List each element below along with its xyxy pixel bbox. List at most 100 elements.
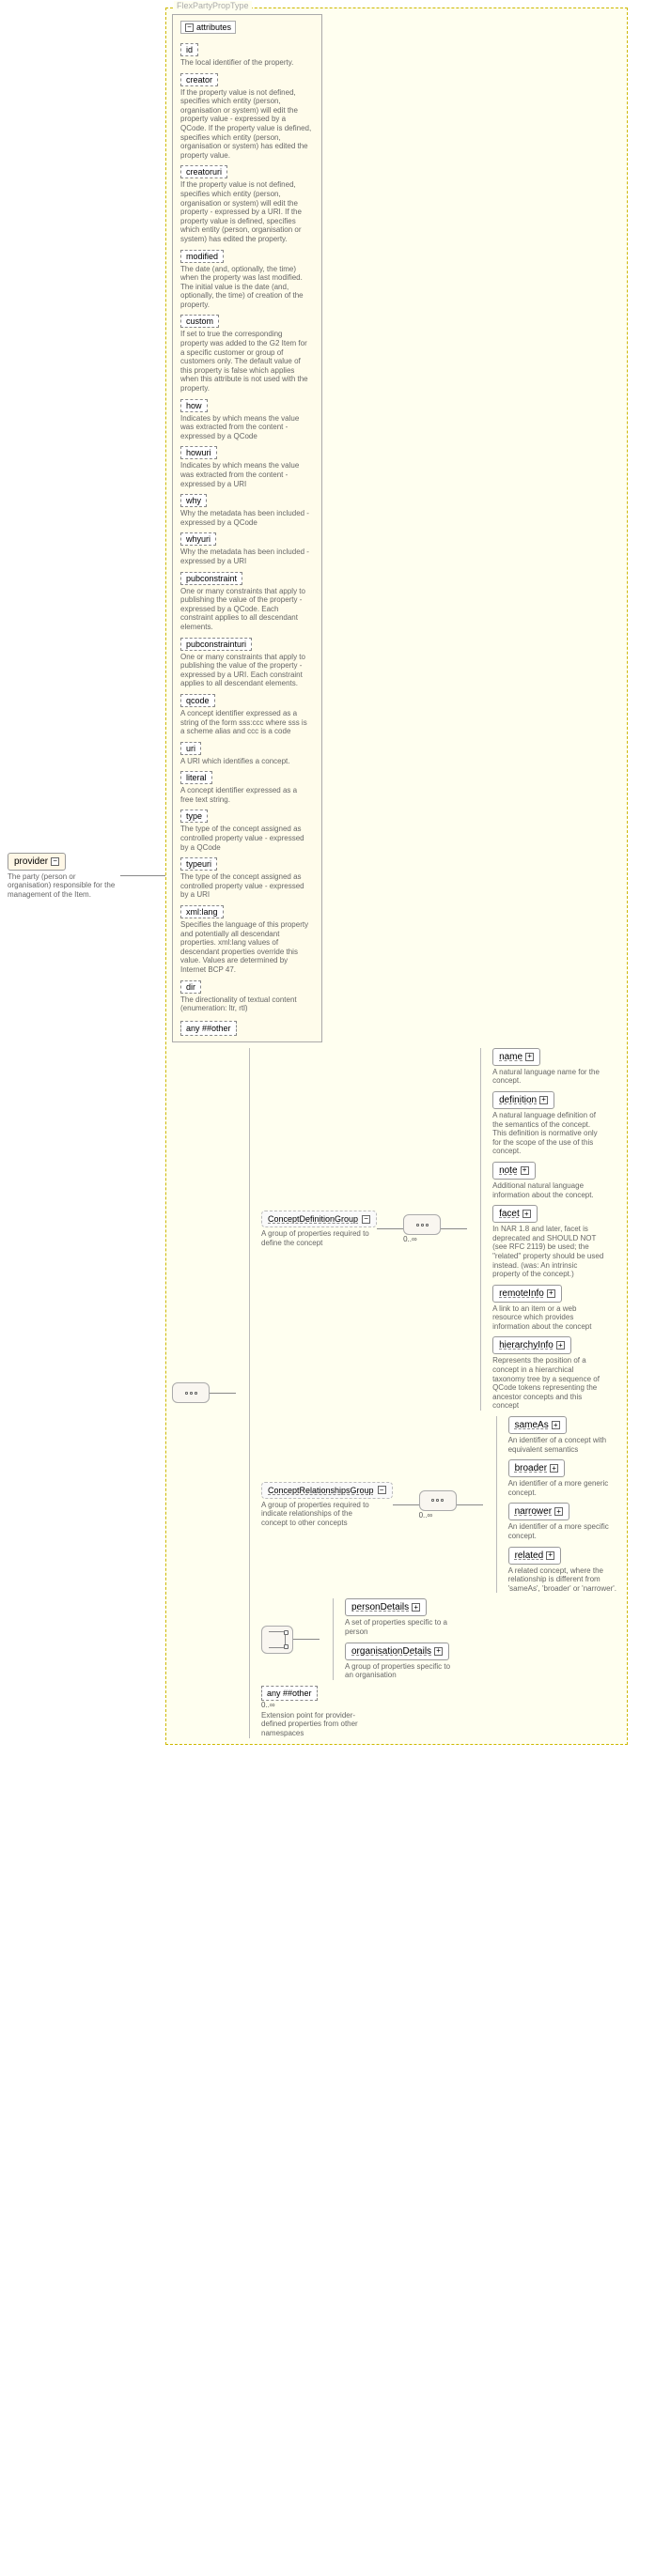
definition-label: definition (499, 1095, 537, 1105)
provider-annotation: The party (person or organisation) respo… (8, 872, 120, 900)
plus-icon[interactable]: + (547, 1289, 555, 1298)
organisation-details-node[interactable]: organisationDetails + (345, 1643, 449, 1660)
child-node-column: remoteInfo+A link to an item or a web re… (492, 1285, 605, 1332)
child-node-column: narrower+ An identifier of a more specifi… (508, 1503, 621, 1540)
attribute-item: xml:langSpecifies the language of this p… (180, 902, 314, 977)
any-other-annotation: Extension point for provider-defined pro… (261, 1711, 374, 1738)
related-label: related (515, 1550, 544, 1561)
attribute-item: custom If set to true the corresponding p… (180, 311, 314, 394)
attribute-how[interactable]: how (180, 399, 208, 412)
minus-icon[interactable]: − (378, 1486, 386, 1494)
attribute-annotation: A concept identifier expressed as a free… (180, 786, 312, 804)
cdg-children: name+ A natural language name for the con… (480, 1048, 605, 1411)
plus-icon[interactable]: + (546, 1551, 554, 1560)
minus-icon[interactable]: − (185, 23, 194, 32)
child-node-column: facet+ In NAR 1.8 and later, facet is dep… (492, 1205, 605, 1279)
attribute-creator[interactable]: creator (180, 73, 218, 86)
plus-icon[interactable]: + (550, 1464, 558, 1473)
narrower-annotation: An identifier of a more specific concept… (508, 1522, 621, 1540)
attribute-uri[interactable]: uri (180, 742, 201, 755)
attribute-item: pubconstrainturiOne or many constraints … (180, 634, 314, 690)
attribute-item: creatorIf the property value is not defi… (180, 69, 314, 162)
person-details-node[interactable]: personDetails + (345, 1598, 427, 1616)
sequence-children: ConceptDefinitionGroup − A group of prop… (249, 1048, 621, 1738)
name-node[interactable]: name+ (492, 1048, 540, 1066)
broader-node[interactable]: broader+ (508, 1459, 565, 1477)
attribute-annotation: The type of the concept assigned as cont… (180, 872, 312, 900)
definition-node[interactable]: definition+ (492, 1091, 554, 1109)
attribute-xml-lang[interactable]: xml:lang (180, 905, 224, 918)
attribute-dir[interactable]: dir (180, 980, 201, 994)
attribute-modified[interactable]: modified (180, 250, 224, 263)
attribute-pubconstraint[interactable]: pubconstraint (180, 572, 242, 585)
plus-icon[interactable]: + (554, 1507, 563, 1516)
note-label: note (499, 1165, 517, 1176)
any-other-occurs: 0..∞ (261, 1701, 275, 1709)
attribute-annotation: A URI which identifies a concept. (180, 757, 312, 766)
attributes-header[interactable]: − attributes (180, 21, 236, 34)
provider-node[interactable]: provider − (8, 853, 66, 871)
attribute-type[interactable]: type (180, 810, 208, 823)
attribute-why[interactable]: why (180, 494, 207, 507)
type-title: FlexPartyPropType (174, 1, 252, 10)
child-node-column: note + Additional natural language informa… (492, 1162, 605, 1199)
attribute-item: creatoruriIf the property value is not d… (180, 162, 314, 245)
broader-annotation: An identifier of a more generic concept. (508, 1479, 621, 1497)
attribute-creatoruri[interactable]: creatoruri (180, 165, 227, 178)
attribute-annotation: If set to true the corresponding propert… (180, 330, 312, 393)
attribute-whyuri[interactable]: whyuri (180, 532, 216, 546)
attributes-header-label: attributes (196, 23, 231, 32)
attribute-item: modified The date (and, optionally, the t… (180, 246, 314, 312)
attribute-howuri[interactable]: howuri (180, 446, 217, 459)
connector (457, 1504, 483, 1505)
sequence-compositor (403, 1214, 441, 1235)
plus-icon[interactable]: + (522, 1210, 531, 1218)
note-node[interactable]: note + (492, 1162, 535, 1180)
attribute-item: type The type of the concept assigned as … (180, 806, 314, 854)
attribute-literal[interactable]: literal (180, 771, 212, 784)
plus-icon[interactable]: + (525, 1053, 534, 1061)
attribute-item: typeuriThe type of the concept assigned … (180, 854, 314, 902)
attribute-annotation: The date (and, optionally, the time) whe… (180, 265, 312, 310)
plus-icon[interactable]: + (521, 1166, 529, 1175)
plus-icon[interactable]: + (556, 1341, 565, 1350)
attribute-pubconstrainturi[interactable]: pubconstrainturi (180, 638, 252, 651)
facet-annotation: In NAR 1.8 and later, facet is deprecate… (492, 1225, 605, 1279)
broader-label: broader (515, 1463, 547, 1473)
concept-relationships-group[interactable]: ConceptRelationshipsGroup − (261, 1482, 393, 1499)
narrower-node[interactable]: narrower+ (508, 1503, 569, 1520)
child-node-column: related+A related concept, where the rel… (508, 1547, 621, 1594)
cdg-label: ConceptDefinitionGroup (268, 1214, 358, 1224)
note-annotation: Additional natural language information … (492, 1181, 605, 1199)
type-frame: FlexPartyPropType − attributes idThe loc… (165, 8, 628, 1745)
hierarchyInfo-label: hierarchyInfo (499, 1340, 554, 1350)
plus-icon[interactable]: + (552, 1421, 560, 1429)
sequence-compositor (172, 1382, 210, 1403)
attribute-item: pubconstraintOne or many constraints tha… (180, 568, 314, 634)
child-node-column: name+ A natural language name for the con… (492, 1048, 605, 1086)
attribute-qcode[interactable]: qcode (180, 694, 215, 707)
cdg-annotation: A group of properties required to define… (261, 1229, 374, 1247)
remoteInfo-node[interactable]: remoteInfo+ (492, 1285, 562, 1303)
narrower-label: narrower (515, 1506, 552, 1517)
related-node[interactable]: related+ (508, 1547, 562, 1565)
minus-icon[interactable]: − (51, 857, 59, 866)
person-details-annotation: A set of properties specific to a person (345, 1618, 458, 1636)
plus-icon[interactable]: + (539, 1096, 548, 1104)
attribute-typeuri[interactable]: typeuri (180, 857, 217, 871)
crg-annotation: A group of properties required to indica… (261, 1501, 374, 1528)
sameAs-node[interactable]: sameAs+ (508, 1416, 567, 1434)
child-node-column: broader+ An identifier of a more generic … (508, 1459, 621, 1497)
plus-icon[interactable]: + (434, 1647, 443, 1656)
attribute-id[interactable]: id (180, 43, 198, 56)
choice-branch: personDetails + A set of properties spec… (261, 1598, 621, 1679)
concept-definition-group[interactable]: ConceptDefinitionGroup − (261, 1211, 377, 1227)
attribute-annotation: The type of the concept assigned as cont… (180, 825, 312, 852)
minus-icon[interactable]: − (362, 1215, 370, 1224)
plus-icon[interactable]: + (412, 1603, 420, 1612)
name-annotation: A natural language name for the concept. (492, 1068, 605, 1086)
facet-node[interactable]: facet+ (492, 1205, 538, 1223)
hierarchyInfo-node[interactable]: hierarchyInfo+ (492, 1336, 571, 1354)
any-other-node: any ##other (261, 1686, 318, 1701)
attribute-custom[interactable]: custom (180, 315, 219, 328)
